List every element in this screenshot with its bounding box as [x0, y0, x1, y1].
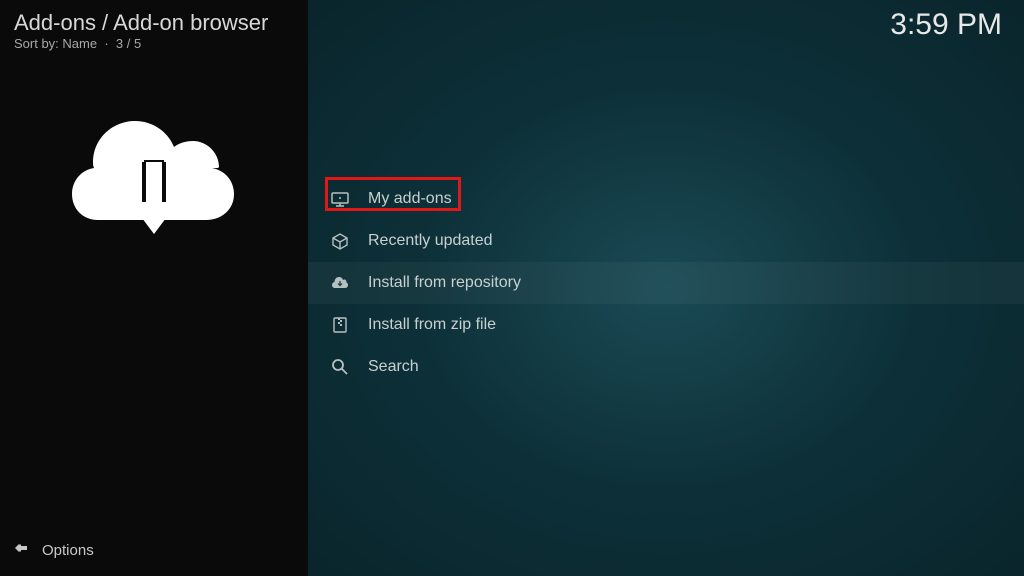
- position-indicator: 3 / 5: [116, 36, 141, 51]
- menu-item-install-repository[interactable]: Install from repository: [308, 262, 1024, 304]
- clock: 3:59 PM: [890, 8, 1002, 42]
- monitor-icon: [330, 189, 350, 209]
- box-icon: [330, 231, 350, 251]
- menu-item-install-zip[interactable]: Install from zip file: [308, 304, 1024, 346]
- menu-item-my-addons[interactable]: My add-ons: [308, 178, 1024, 220]
- download-cloud-icon: [64, 110, 244, 255]
- separator: ·: [101, 36, 116, 51]
- cloud-download-icon: [330, 273, 350, 293]
- menu-item-label: Install from zip file: [368, 316, 496, 334]
- menu-item-label: Search: [368, 358, 419, 376]
- main-panel: 3:59 PM My add-ons Recently updated Inst…: [308, 0, 1024, 576]
- sort-label: Sort by: Name: [14, 36, 97, 51]
- sidebar: Add-ons / Add-on browser Sort by: Name ·…: [0, 0, 308, 576]
- sort-info: Sort by: Name · 3 / 5: [14, 36, 268, 51]
- header: Add-ons / Add-on browser Sort by: Name ·…: [14, 10, 268, 51]
- breadcrumb: Add-ons / Add-on browser: [14, 10, 268, 36]
- menu-item-label: Recently updated: [368, 232, 493, 250]
- menu-list: My add-ons Recently updated Install from…: [308, 178, 1024, 388]
- options-button[interactable]: Options: [14, 540, 94, 560]
- options-label: Options: [42, 542, 94, 559]
- menu-item-label: Install from repository: [368, 274, 521, 292]
- zip-icon: [330, 315, 350, 335]
- menu-item-search[interactable]: Search: [308, 346, 1024, 388]
- search-icon: [330, 357, 350, 377]
- menu-item-label: My add-ons: [368, 190, 452, 208]
- menu-item-recently-updated[interactable]: Recently updated: [308, 220, 1024, 262]
- options-icon: [14, 540, 30, 560]
